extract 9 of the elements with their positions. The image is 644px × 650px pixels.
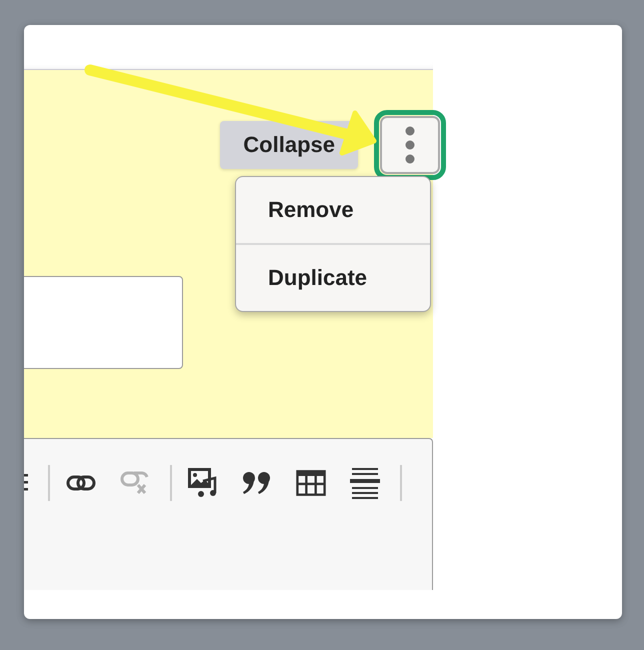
input-field[interactable] (24, 276, 183, 369)
image-music-icon[interactable] (188, 468, 218, 498)
table-icon[interactable] (296, 469, 326, 497)
vertical-dots-icon (405, 126, 415, 164)
menu-item[interactable]: Duplicate (236, 245, 430, 311)
menu-item[interactable]: Remove (236, 177, 430, 243)
quote-icon[interactable] (242, 471, 272, 495)
link-icon[interactable] (66, 475, 96, 491)
horizontal-line-icon[interactable] (350, 467, 380, 499)
